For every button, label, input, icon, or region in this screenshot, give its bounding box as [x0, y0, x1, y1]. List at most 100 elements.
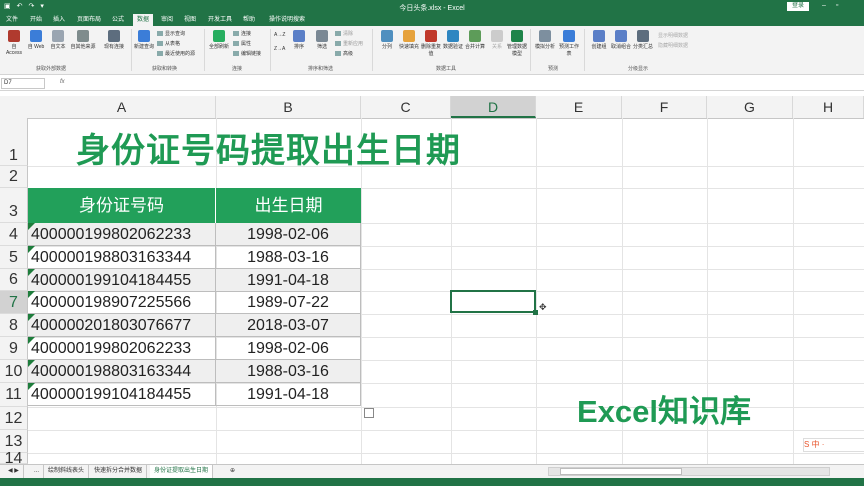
text-to-columns-button[interactable]: 分列: [376, 30, 398, 50]
id-cell[interactable]: 400000198907225566: [28, 291, 216, 314]
row-header-14[interactable]: 14: [0, 451, 28, 467]
row-header-2[interactable]: 2: [0, 166, 28, 188]
error-indicator-icon[interactable]: [28, 337, 35, 344]
id-cell[interactable]: 400000198803163344: [28, 246, 216, 269]
column-header-f[interactable]: F: [622, 96, 707, 118]
edit-links-button[interactable]: 编辑链接: [233, 50, 261, 57]
tab-5[interactable]: 数据: [133, 14, 154, 26]
sheet-tab[interactable]: 快速拆分合并数据: [90, 465, 148, 478]
sort-ascending-button[interactable]: A→Z: [274, 32, 285, 38]
filter-button[interactable]: 筛选: [311, 30, 333, 50]
sheet-overflow-button[interactable]: ...: [30, 465, 45, 478]
sheet-tab[interactable]: 绘制斜线表头: [44, 465, 90, 478]
advanced-button[interactable]: 高级: [335, 50, 353, 57]
date-cell[interactable]: 1998-02-06: [216, 337, 361, 360]
table-header-date[interactable]: 出生日期: [216, 188, 361, 223]
forecast-sheet-button[interactable]: 预测工作表: [558, 30, 580, 57]
date-cell[interactable]: 1991-04-18: [216, 269, 361, 292]
tab-0[interactable]: 文件: [2, 14, 22, 26]
connections-button[interactable]: 连接: [233, 30, 251, 37]
date-cell[interactable]: 1989-07-22: [216, 291, 361, 314]
scrollbar-thumb[interactable]: [560, 468, 682, 475]
remove-duplicates-button[interactable]: 删除重复值: [420, 30, 442, 57]
formula-input[interactable]: [74, 78, 854, 87]
error-indicator-icon[interactable]: [28, 246, 35, 253]
consolidate-button[interactable]: 合并计算: [464, 30, 486, 50]
from-web-button[interactable]: 自 Web: [25, 30, 47, 50]
table-header-id[interactable]: 身份证号码: [28, 188, 216, 223]
date-cell[interactable]: 1998-02-06: [216, 223, 361, 246]
row-header-4[interactable]: 4: [0, 223, 28, 246]
id-cell[interactable]: 400000201803076677: [28, 314, 216, 337]
row-header-9[interactable]: 9: [0, 337, 28, 360]
error-indicator-icon[interactable]: [28, 360, 35, 367]
sort-descending-button[interactable]: Z→A: [274, 46, 285, 52]
data-validation-button[interactable]: 数据验证: [442, 30, 464, 50]
error-indicator-icon[interactable]: [28, 223, 35, 230]
login-button[interactable]: 登录: [787, 2, 810, 11]
from-text-button[interactable]: 自文本: [47, 30, 69, 50]
tab-2[interactable]: 插入: [49, 14, 69, 26]
error-indicator-icon[interactable]: [28, 383, 35, 390]
tab-9[interactable]: 帮助: [239, 14, 259, 26]
refresh-all-button[interactable]: 全部刷新: [208, 30, 230, 50]
properties-button[interactable]: 属性: [233, 40, 251, 47]
selected-cell-d7[interactable]: [450, 290, 536, 313]
row-header-12[interactable]: 12: [0, 407, 28, 430]
restore-icon[interactable]: ▫: [836, 2, 838, 9]
column-header-g[interactable]: G: [707, 96, 793, 118]
subtotal-button[interactable]: 分类汇总: [632, 30, 654, 50]
column-header-e[interactable]: E: [536, 96, 622, 118]
tab-10[interactable]: 操作说明搜索: [265, 14, 309, 26]
row-header-8[interactable]: 8: [0, 314, 28, 337]
row-header-6[interactable]: 6: [0, 269, 28, 291]
error-indicator-icon[interactable]: [28, 314, 35, 321]
tab-3[interactable]: 页面布局: [73, 14, 105, 26]
row-header-11[interactable]: 11: [0, 383, 28, 407]
date-cell[interactable]: 1988-03-16: [216, 246, 361, 269]
tab-7[interactable]: 视图: [180, 14, 200, 26]
from-other-sources-button[interactable]: 自其他来源: [69, 30, 97, 50]
row-header-10[interactable]: 10: [0, 360, 28, 383]
sort-button[interactable]: 排序: [288, 30, 310, 50]
recent-sources-button[interactable]: 最近使用的源: [157, 50, 195, 57]
manage-data-model-button[interactable]: 管理数据模型: [506, 30, 528, 57]
id-cell[interactable]: 400000198803163344: [28, 360, 216, 383]
clear-button[interactable]: 清除: [335, 30, 353, 37]
tab-1[interactable]: 开始: [26, 14, 46, 26]
name-box[interactable]: D7: [1, 78, 45, 89]
fill-handle[interactable]: [533, 310, 538, 315]
add-sheet-icon[interactable]: ⊕: [226, 465, 239, 478]
new-query-button[interactable]: 新建查询: [133, 30, 155, 50]
row-header-5[interactable]: 5: [0, 246, 28, 269]
sheet-title[interactable]: 身份证号码提取出生日期: [76, 123, 461, 172]
from-table-button[interactable]: 从表格: [157, 40, 180, 47]
error-indicator-icon[interactable]: [28, 269, 35, 276]
group-button[interactable]: 创建组: [588, 30, 610, 50]
minimize-icon[interactable]: –: [822, 2, 826, 9]
quick-analysis-icon[interactable]: [364, 408, 374, 418]
date-cell[interactable]: 2018-03-07: [216, 314, 361, 337]
date-cell[interactable]: 1988-03-16: [216, 360, 361, 383]
ime-toolbar[interactable]: S 中 ·: [803, 438, 864, 452]
column-header-a[interactable]: A: [28, 96, 216, 118]
row-header-1[interactable]: 1: [0, 118, 28, 166]
column-header-c[interactable]: C: [361, 96, 451, 118]
date-cell[interactable]: 1991-04-18: [216, 383, 361, 406]
error-indicator-icon[interactable]: [28, 291, 35, 298]
tab-6[interactable]: 审阅: [157, 14, 177, 26]
column-header-d[interactable]: D: [451, 96, 536, 118]
relationships-button[interactable]: 关系: [486, 30, 508, 50]
row-header-3[interactable]: 3: [0, 188, 28, 223]
column-header-b[interactable]: B: [216, 96, 361, 118]
row-header-7[interactable]: 7: [0, 291, 28, 314]
from-access-button[interactable]: 自 Access: [3, 30, 25, 56]
id-cell[interactable]: 400000199104184455: [28, 269, 216, 292]
ungroup-button[interactable]: 取消组合: [610, 30, 632, 50]
existing-connections-button[interactable]: 现有连接: [100, 30, 128, 50]
show-queries-button[interactable]: 显示查询: [157, 30, 185, 37]
flash-fill-button[interactable]: 快速填充: [398, 30, 420, 50]
sheet-nav-arrows-icon[interactable]: ◀ ▶: [4, 465, 24, 478]
show-detail-button[interactable]: 显示明细数据: [658, 32, 688, 39]
hide-detail-button[interactable]: 隐藏明细数据: [658, 42, 688, 49]
